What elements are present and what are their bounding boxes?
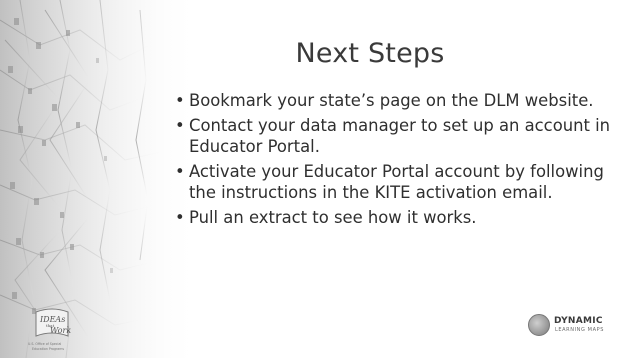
svg-text:U.S. Office of Special: U.S. Office of Special	[28, 342, 61, 346]
svg-text:Education Programs: Education Programs	[32, 347, 64, 351]
dlm-logo-main-text: DYNAMIC	[554, 316, 603, 326]
bullet-item: • Contact your data manager to set up an…	[175, 115, 615, 157]
slide-title: Next Steps	[295, 38, 445, 69]
svg-text:Work: Work	[50, 326, 71, 335]
ideas-that-work-logo: IDEAs that Work U.S. Office of Special E…	[26, 306, 96, 354]
bullet-symbol: •	[175, 116, 185, 135]
bullet-text: Activate your Educator Portal account by…	[189, 162, 604, 202]
bullet-item: • Bookmark your state’s page on the DLM …	[175, 90, 615, 111]
bullet-item: • Activate your Educator Portal account …	[175, 161, 615, 203]
dlm-globe-icon	[528, 314, 550, 336]
bullet-item: • Pull an extract to see how it works.	[175, 207, 615, 228]
bullet-text: Contact your data manager to set up an a…	[189, 116, 611, 156]
bullet-text: Bookmark your state’s page on the DLM we…	[189, 91, 594, 110]
slide: Next Steps • Bookmark your state’s page …	[0, 0, 630, 358]
bullet-text: Pull an extract to see how it works.	[189, 208, 477, 227]
dynamic-learning-maps-logo: DYNAMIC LEARNING MAPS	[528, 314, 618, 338]
bullet-list: • Bookmark your state’s page on the DLM …	[175, 90, 615, 232]
decorative-texture-band	[0, 0, 200, 358]
bullet-symbol: •	[175, 162, 185, 181]
bullet-symbol: •	[175, 91, 185, 110]
dlm-logo-sub-text: LEARNING MAPS	[555, 327, 604, 333]
bullet-symbol: •	[175, 208, 185, 227]
